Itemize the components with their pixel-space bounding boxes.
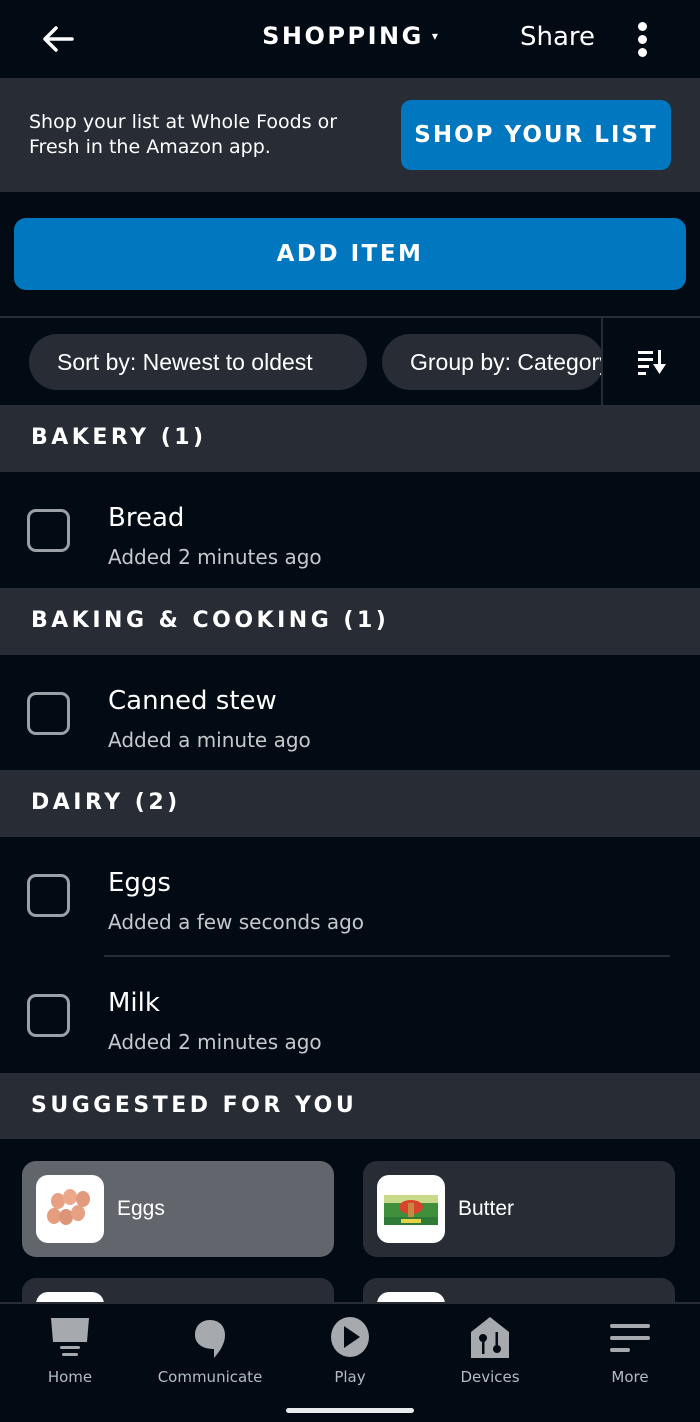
suggested-item-card[interactable] xyxy=(363,1278,675,1304)
section-header-baking-cooking: BAKING & COOKING (1) xyxy=(0,588,700,655)
bottom-nav: Home Communicate Play Devices More xyxy=(0,1302,700,1422)
item-name: Milk xyxy=(108,988,160,1018)
suggested-item-card[interactable] xyxy=(22,1278,334,1304)
communicate-icon xyxy=(195,1320,225,1358)
devices-icon xyxy=(471,1317,509,1358)
section-title: BAKERY (1) xyxy=(31,425,207,450)
list-item[interactable]: Bread Added 2 minutes ago xyxy=(0,472,700,589)
suggested-item-label: Butter xyxy=(458,1197,515,1220)
share-button[interactable]: Share xyxy=(520,22,595,52)
item-name: Canned stew xyxy=(108,686,277,716)
list-item[interactable]: Milk Added 2 minutes ago xyxy=(0,957,700,1074)
more-options-icon[interactable] xyxy=(630,20,656,60)
section-header-suggested: SUGGESTED FOR YOU xyxy=(0,1073,700,1139)
section-title: BAKING & COOKING (1) xyxy=(31,608,390,633)
nav-more[interactable]: More xyxy=(560,1304,700,1404)
play-icon xyxy=(331,1317,369,1357)
item-added-time: Added 2 minutes ago xyxy=(108,1030,322,1054)
sort-by-chip[interactable]: Sort by: Newest to oldest xyxy=(29,334,367,390)
item-added-time: Added a few seconds ago xyxy=(108,910,365,934)
section-title: DAIRY (2) xyxy=(31,790,181,815)
item-checkbox[interactable] xyxy=(27,692,70,735)
list-title: SHOPPING xyxy=(262,22,424,50)
promo-text: Shop your list at Whole Foods or Fresh i… xyxy=(29,111,338,158)
section-header-bakery: BAKERY (1) xyxy=(0,405,700,472)
sort-descending-icon xyxy=(637,349,666,375)
group-by-chip[interactable]: Group by: Category xyxy=(382,334,604,390)
butter-image xyxy=(377,1175,445,1243)
chevron-down-icon: ▾ xyxy=(431,29,438,43)
suggested-item-label: Eggs xyxy=(117,1197,165,1220)
suggested-grid: Eggs Butter xyxy=(0,1139,700,1304)
top-bar: SHOPPING ▾ Share xyxy=(0,0,700,78)
section-header-dairy: DAIRY (2) xyxy=(0,770,700,837)
nav-communicate[interactable]: Communicate xyxy=(140,1304,280,1404)
more-icon xyxy=(610,1324,650,1352)
add-item-button[interactable]: ADD ITEM xyxy=(14,218,686,290)
nav-label: Play xyxy=(334,1368,366,1386)
section-title: SUGGESTED FOR YOU xyxy=(31,1093,358,1118)
nav-label: Communicate xyxy=(157,1368,263,1386)
promo-banner: Shop your list at Whole Foods or Fresh i… xyxy=(0,78,700,192)
shop-your-list-button[interactable]: SHOP YOUR LIST xyxy=(401,100,671,170)
eggs-image xyxy=(36,1175,104,1243)
item-checkbox[interactable] xyxy=(27,994,70,1037)
item-added-time: Added 2 minutes ago xyxy=(108,545,322,569)
suggested-item-card[interactable]: Eggs xyxy=(22,1161,334,1257)
nav-home[interactable]: Home xyxy=(0,1304,140,1404)
nav-devices[interactable]: Devices xyxy=(420,1304,560,1404)
item-checkbox[interactable] xyxy=(27,874,70,917)
list-item[interactable]: Eggs Added a few seconds ago xyxy=(0,837,700,957)
item-checkbox[interactable] xyxy=(27,509,70,552)
item-name: Eggs xyxy=(108,868,171,898)
nav-label: Devices xyxy=(460,1368,520,1386)
suggested-item-card[interactable]: Butter xyxy=(363,1161,675,1257)
nav-label: More xyxy=(611,1368,649,1386)
nav-play[interactable]: Play xyxy=(280,1304,420,1404)
home-icon xyxy=(51,1318,89,1356)
nav-label: Home xyxy=(47,1368,93,1386)
item-name: Bread xyxy=(108,503,185,533)
item-added-time: Added a minute ago xyxy=(108,728,311,752)
filter-bar: Sort by: Newest to oldest Group by: Cate… xyxy=(0,316,700,405)
list-item[interactable]: Canned stew Added a minute ago xyxy=(0,655,700,772)
sort-order-button[interactable] xyxy=(601,318,700,405)
home-gesture-bar[interactable] xyxy=(286,1408,414,1413)
